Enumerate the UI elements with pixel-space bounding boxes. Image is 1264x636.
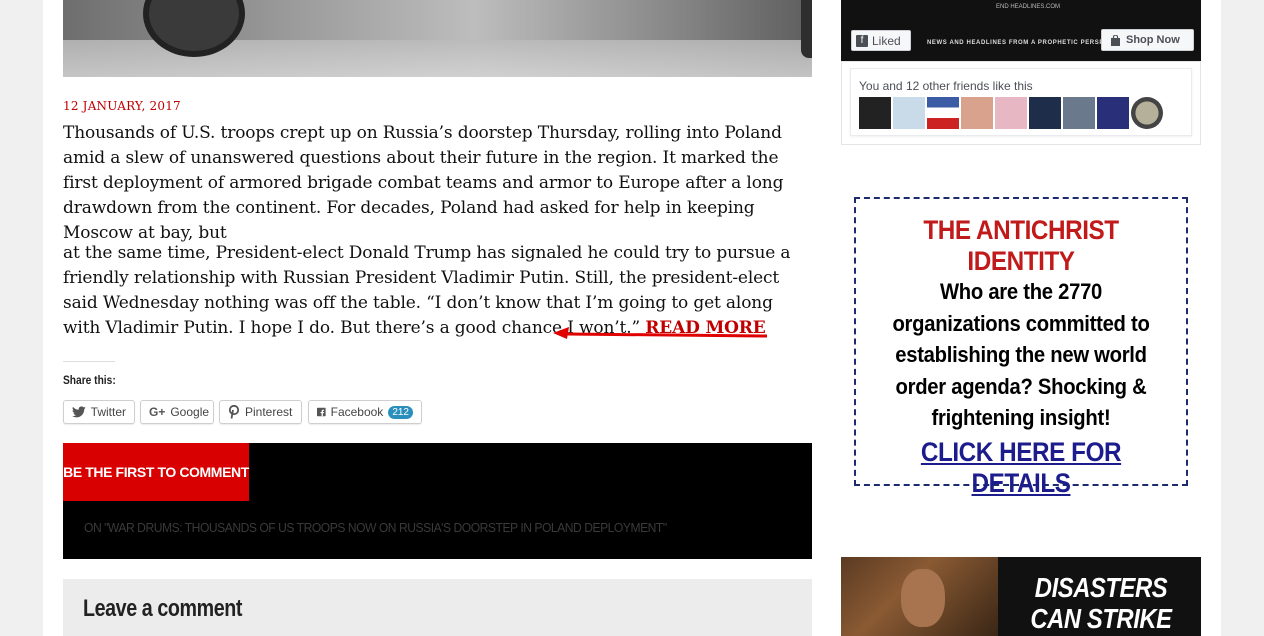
friend-avatars xyxy=(859,97,1163,129)
shop-now-button[interactable]: Shop Now xyxy=(1101,29,1194,51)
shopping-bag-icon xyxy=(1111,34,1120,46)
share-google-label: Google xyxy=(170,405,210,419)
article-hero-image xyxy=(63,0,812,77)
article-date: 12 JANUARY, 2017 xyxy=(63,99,181,113)
disaster-ad-text: DISASTERS CAN STRIKE AT ANY xyxy=(1030,572,1172,636)
facebook-page-banner[interactable]: END HEADLINES.COM NEWS AND HEADLINES FRO… xyxy=(841,0,1201,61)
share-twitter-button[interactable]: Twitter xyxy=(63,400,135,424)
avatar[interactable] xyxy=(1131,97,1163,129)
comments-header: BE THE FIRST TO COMMENT ON "WAR DRUMS: T… xyxy=(63,443,812,559)
pinterest-icon xyxy=(228,405,240,419)
twitter-icon xyxy=(72,406,86,418)
antichrist-identity-ad[interactable]: THE ANTICHRIST IDENTITY Who are the 2770… xyxy=(854,197,1188,498)
shop-now-label: Shop Now xyxy=(1126,34,1180,46)
facebook-friends-box: You and 12 other friends like this xyxy=(841,61,1201,145)
share-google-button[interactable]: G+ Google xyxy=(140,400,214,424)
ad-details-link[interactable]: CLICK HERE FOR DETAILS xyxy=(873,437,1170,499)
liked-button[interactable]: f Liked xyxy=(851,30,911,51)
facebook-icon xyxy=(317,407,326,417)
avatar[interactable] xyxy=(927,97,959,129)
friends-like-text: You and 12 other friends like this xyxy=(859,79,1033,93)
share-twitter-label: Twitter xyxy=(90,405,126,419)
leave-comment-section: Leave a comment xyxy=(63,579,812,636)
article-paragraph: Thousands of U.S. troops crept up on Rus… xyxy=(63,123,784,243)
first-comment-tab[interactable]: BE THE FIRST TO COMMENT xyxy=(63,443,249,501)
site-logo: END HEADLINES.COM xyxy=(996,4,1061,10)
share-title: Share this: xyxy=(63,373,116,387)
google-plus-icon: G+ xyxy=(149,405,166,419)
avatar[interactable] xyxy=(893,97,925,129)
disaster-ad-banner[interactable]: DISASTERS CAN STRIKE AT ANY xyxy=(841,557,1201,636)
avatar[interactable] xyxy=(1029,97,1061,129)
avatar[interactable] xyxy=(859,97,891,129)
facebook-icon: f xyxy=(856,34,868,47)
ad-photo xyxy=(841,557,998,636)
avatar[interactable] xyxy=(961,97,993,129)
share-divider xyxy=(63,361,115,362)
leave-comment-title: Leave a comment xyxy=(83,595,243,622)
ad-title: THE ANTICHRIST IDENTITY xyxy=(923,215,1119,276)
share-pinterest-button[interactable]: Pinterest xyxy=(219,400,302,424)
share-pinterest-label: Pinterest xyxy=(245,405,293,419)
arrow-icon xyxy=(553,327,768,339)
avatar[interactable] xyxy=(1097,97,1129,129)
share-count-badge: 212 xyxy=(388,405,413,419)
avatar[interactable] xyxy=(995,97,1027,129)
share-facebook-label: Facebook xyxy=(330,405,384,419)
share-facebook-button[interactable]: Facebook 212 xyxy=(308,400,422,424)
comment-on-text: ON "WAR DRUMS: THOUSANDS OF US TROOPS NO… xyxy=(84,520,667,535)
site-tagline: NEWS AND HEADLINES FROM A PROPHETIC PERS… xyxy=(927,40,1114,46)
ad-body: Who are the 2770 organizations committed… xyxy=(892,279,1150,430)
avatar[interactable] xyxy=(1063,97,1095,129)
liked-label: Liked xyxy=(872,33,901,48)
